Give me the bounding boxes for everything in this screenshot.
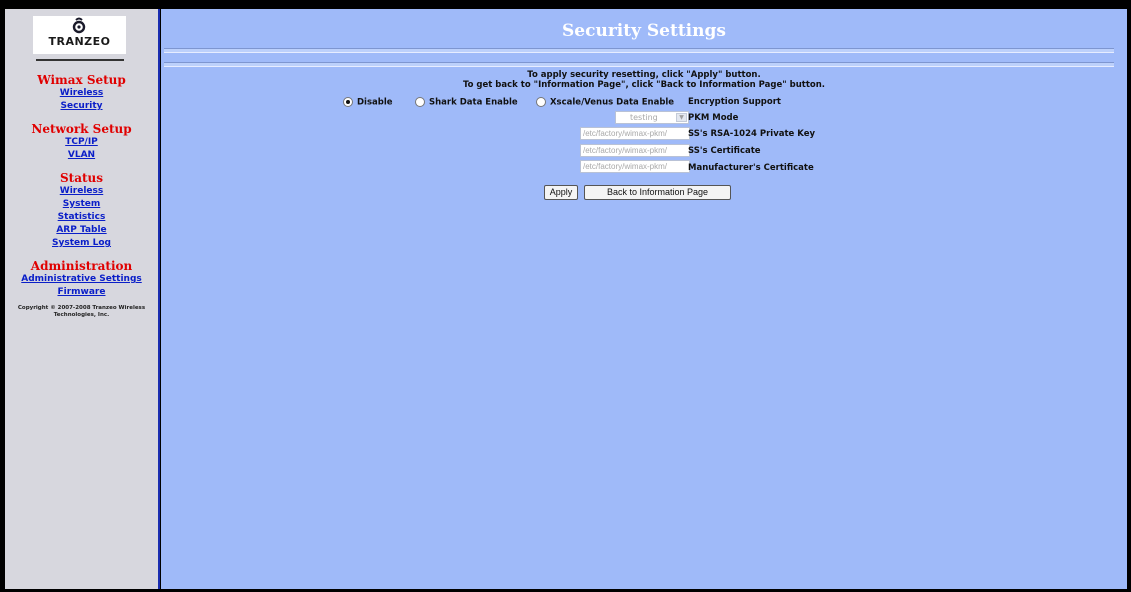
logo-mark-icon xyxy=(72,17,86,34)
apply-button[interactable]: Apply xyxy=(544,185,578,200)
radio-xscale-label: Xscale/Venus Data Enable xyxy=(550,97,675,108)
sidebar-item-system[interactable]: System xyxy=(5,198,158,211)
radio-shark-label: Shark Data Enable xyxy=(429,97,518,108)
section-status: Status xyxy=(59,171,103,185)
sidebar-item-arp-table[interactable]: ARP Table xyxy=(5,224,158,237)
sidebar: TRANZEO Wimax Setup Wireless Security Ne… xyxy=(5,9,160,589)
chevron-down-icon[interactable]: ▼ xyxy=(676,113,687,122)
sidebar-item-statistics[interactable]: Statistics xyxy=(5,211,158,224)
manufacturer-certificate-input[interactable]: /etc/factory/wimax-pkm/ xyxy=(580,160,690,173)
section-network-setup: Network Setup xyxy=(31,122,132,136)
tranzeo-logo: TRANZEO xyxy=(33,16,126,54)
divider xyxy=(164,48,1114,53)
ss-certificate-input[interactable]: /etc/factory/wimax-pkm/ xyxy=(580,144,690,157)
pkm-mode-select[interactable]: testing ▼ xyxy=(615,111,689,124)
section-wimax-setup: Wimax Setup xyxy=(37,73,126,87)
manufacturer-certificate-label: Manufacturer's Certificate xyxy=(688,163,814,173)
divider xyxy=(164,62,1114,67)
sidebar-item-system-log[interactable]: System Log xyxy=(5,237,158,250)
logo-text: TRANZEO xyxy=(48,35,111,48)
sidebar-item-firmware[interactable]: Firmware xyxy=(5,286,158,299)
section-administration: Administration xyxy=(30,259,133,273)
pkm-mode-value: testing xyxy=(630,113,658,122)
private-key-input[interactable]: /etc/factory/wimax-pkm/ xyxy=(580,127,690,140)
sidebar-item-status-wireless[interactable]: Wireless xyxy=(5,185,158,198)
pkm-mode-label: PKM Mode xyxy=(688,113,739,123)
radio-shark-data-enable[interactable]: Shark Data Enable xyxy=(415,97,518,108)
page-title: Security Settings xyxy=(562,21,726,41)
instruction-apply: To apply security resetting, click "Appl… xyxy=(527,70,761,80)
sidebar-item-security[interactable]: Security xyxy=(5,100,158,113)
private-key-label: SS's RSA-1024 Private Key xyxy=(688,129,816,139)
sidebar-nav: Wimax Setup Wireless Security Network Se… xyxy=(5,73,158,319)
main-content: Security Settings To apply security rese… xyxy=(161,9,1127,589)
radio-unchecked-icon[interactable] xyxy=(536,97,546,107)
radio-disable-label: Disable xyxy=(357,97,393,108)
copyright-text: Copyright © 2007-2008 Tranzeo Wireless T… xyxy=(17,305,146,318)
radio-unchecked-icon[interactable] xyxy=(415,97,425,107)
encryption-support-label: Encryption Support xyxy=(688,97,781,107)
sidebar-item-vlan[interactable]: VLAN xyxy=(5,149,158,162)
radio-checked-icon[interactable] xyxy=(343,97,353,107)
ss-certificate-label: SS's Certificate xyxy=(688,146,761,156)
radio-disable[interactable]: Disable xyxy=(343,97,393,108)
sidebar-item-administrative-settings[interactable]: Administrative Settings xyxy=(5,273,158,286)
radio-xscale-venus-data-enable[interactable]: Xscale/Venus Data Enable xyxy=(536,97,674,108)
sidebar-item-wimax-wireless[interactable]: Wireless xyxy=(5,87,158,100)
instruction-back: To get back to "Information Page", click… xyxy=(462,80,826,90)
instructions: To apply security resetting, click "Appl… xyxy=(161,70,1127,90)
sidebar-item-tcpip[interactable]: TCP/IP xyxy=(5,136,158,149)
logo-divider xyxy=(36,59,124,61)
back-to-information-page-button[interactable]: Back to Information Page xyxy=(584,185,731,200)
